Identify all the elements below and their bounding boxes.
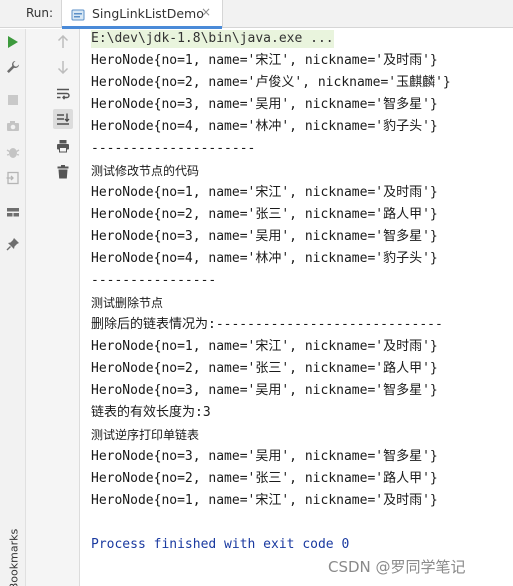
run-icon[interactable] (4, 33, 22, 51)
tab-title: SingLinkListDemo (92, 6, 204, 21)
console-line: HeroNode{no=4, name='林冲', nickname='豹子头'… (91, 251, 438, 266)
exit-message: Process finished with exit code 0 (91, 537, 350, 552)
wrench-icon[interactable] (4, 58, 22, 76)
bookmarks-label: Bookmarks (7, 528, 21, 586)
console-line: HeroNode{no=1, name='宋江', nickname='及时雨'… (91, 53, 438, 68)
console-separator: ---------------- (91, 273, 217, 288)
console-line: HeroNode{no=2, name='张三', nickname='路人甲'… (91, 361, 438, 376)
console-line: HeroNode{no=1, name='宋江', nickname='及时雨'… (91, 493, 438, 508)
console-separator: --------------------- (91, 141, 256, 156)
print-icon[interactable] (54, 137, 72, 155)
watermark: CSDN @罗同学笔记 (328, 558, 466, 576)
console-line: HeroNode{no=4, name='林冲', nickname='豹子头'… (91, 119, 438, 134)
close-icon[interactable]: × (201, 5, 211, 19)
camera-icon[interactable] (4, 117, 22, 135)
console-heading: 测试修改节点的代码 (91, 164, 200, 178)
up-arrow-icon[interactable] (54, 33, 72, 51)
console-line: HeroNode{no=1, name='宋江', nickname='及时雨'… (91, 185, 438, 200)
debug-icon[interactable] (4, 143, 22, 161)
console-heading: 测试逆序打印单链表 (91, 428, 200, 442)
console-line: HeroNode{no=2, name='张三', nickname='路人甲'… (91, 207, 438, 222)
console-line: 删除后的链表情况为:----------------------------- (91, 317, 443, 332)
console-line: HeroNode{no=2, name='卢俊义', nickname='玉麒麟… (91, 75, 451, 90)
command-line: E:\dev\jdk-1.8\bin\java.exe ... (91, 30, 334, 48)
run-toolbar-secondary (26, 29, 80, 586)
java-app-icon (71, 7, 85, 21)
run-toolwindow-header: Run: SingLinkListDemo × (0, 0, 513, 29)
pin-icon[interactable] (4, 235, 22, 253)
bookmarks-panel-toggle[interactable]: Bookmarks (0, 519, 26, 586)
console-line: HeroNode{no=3, name='吴用', nickname='智多星'… (91, 229, 438, 244)
scroll-to-end-icon[interactable] (53, 109, 73, 129)
down-arrow-icon[interactable] (54, 58, 72, 76)
console-output[interactable]: E:\dev\jdk-1.8\bin\java.exe ... HeroNode… (81, 29, 513, 586)
stop-icon[interactable] (4, 91, 22, 109)
console-line: HeroNode{no=2, name='张三', nickname='路人甲'… (91, 471, 438, 486)
console-line: HeroNode{no=3, name='吴用', nickname='智多星'… (91, 383, 438, 398)
console-heading: 测试删除节点 (91, 296, 164, 310)
console-line: 链表的有效长度为:3 (91, 405, 211, 420)
console-line: HeroNode{no=3, name='吴用', nickname='智多星'… (91, 97, 438, 112)
exit-icon[interactable] (4, 169, 22, 187)
tab-singlinklistdemo[interactable]: SingLinkListDemo × (61, 0, 223, 29)
run-toolbar-primary: Bookmarks (0, 29, 26, 586)
console-line: HeroNode{no=3, name='吴用', nickname='智多星'… (91, 449, 438, 464)
run-label: Run: (26, 6, 54, 20)
console-line: HeroNode{no=1, name='宋江', nickname='及时雨'… (91, 339, 438, 354)
trash-icon[interactable] (54, 163, 72, 181)
soft-wrap-icon[interactable] (54, 85, 72, 103)
layout-icon[interactable] (4, 203, 22, 221)
